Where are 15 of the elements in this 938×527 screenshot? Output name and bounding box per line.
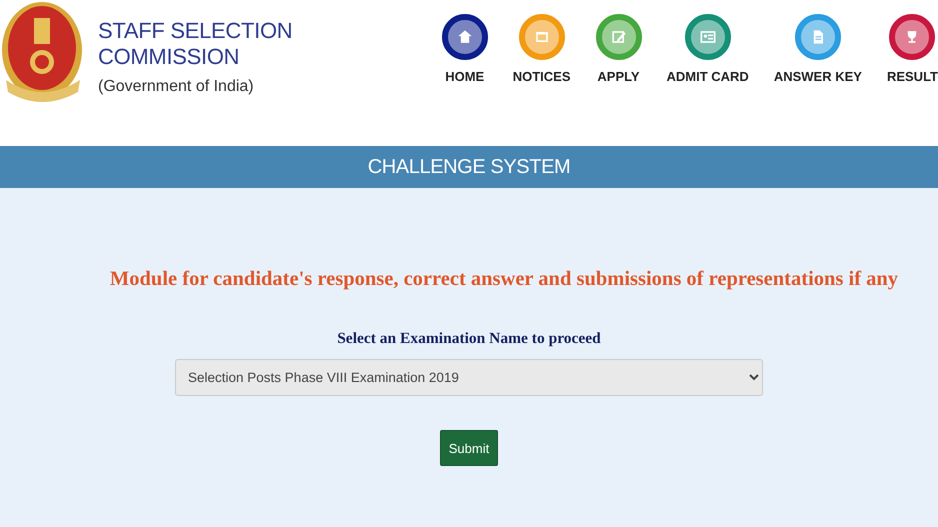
select-label: Select an Examination Name to proceed <box>337 330 601 348</box>
nav-circle-icon[interactable] <box>889 14 936 60</box>
section-title: CHALLENGE SYSTEM <box>368 156 570 178</box>
nav-link[interactable]: HOME <box>445 69 484 84</box>
nav-link[interactable]: NOTICES <box>512 69 570 84</box>
nav-link[interactable]: ANSWER KEY <box>774 69 862 84</box>
module-heading: Module for candidate's response, correct answer and submissions of representations if any <box>110 268 898 291</box>
site-title: STAFF SELECTION COMMISSION <box>98 18 294 70</box>
nav-link[interactable]: ADMIT CARD <box>666 69 749 84</box>
nav-link[interactable]: RESULT <box>886 69 938 84</box>
exam-dropdown[interactable]: Selection Posts Phase VIII Examination 2019 <box>175 359 763 396</box>
nav-circle-icon[interactable] <box>442 14 488 60</box>
site-subtitle: (Government of India) <box>98 78 255 96</box>
nav-link[interactable]: APPLY <box>597 69 640 84</box>
submit-button[interactable]: Submit <box>440 430 498 466</box>
